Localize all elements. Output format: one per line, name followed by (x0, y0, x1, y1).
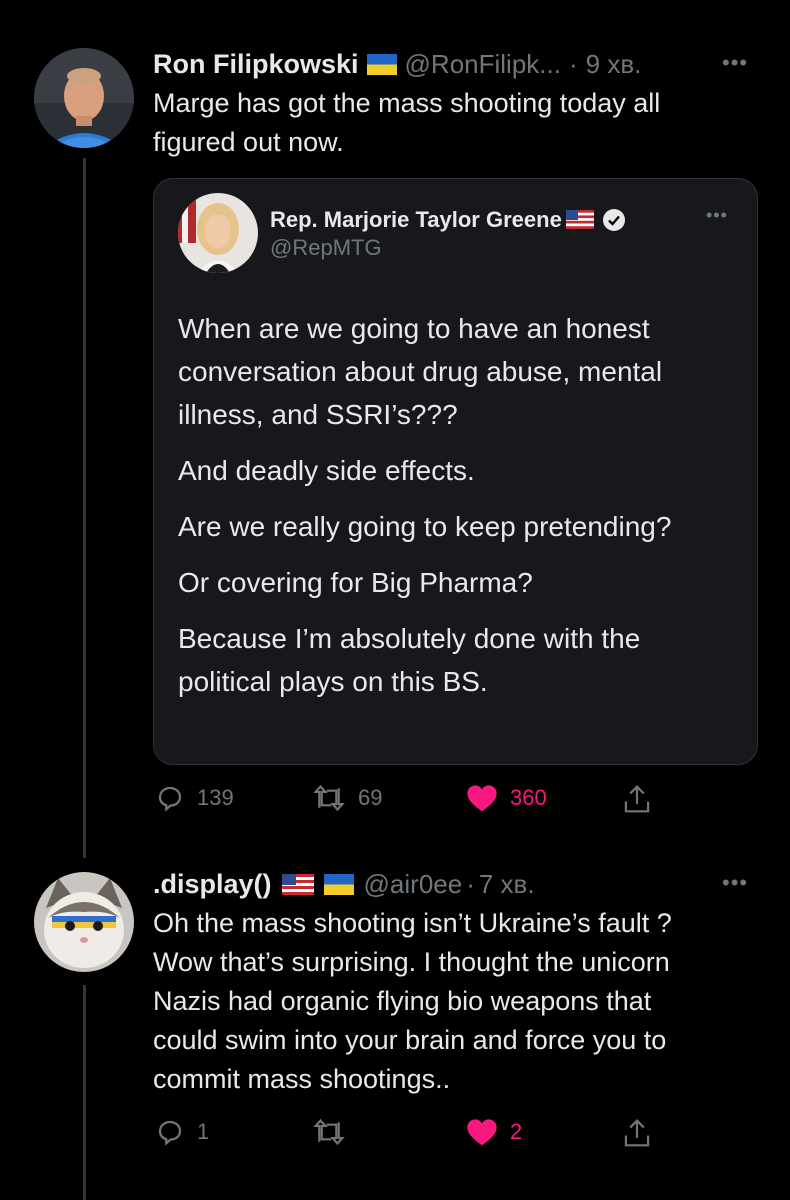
author-name[interactable]: Ron Filipkowski (153, 49, 359, 80)
us-flag-icon (281, 873, 314, 895)
thread-line-2 (83, 985, 86, 1200)
tweet1-text: Marge has got the mass shooting today al… (153, 84, 753, 162)
reply-icon (158, 786, 182, 812)
tweet1-line: Marge has got the mass shooting today al… (153, 88, 661, 118)
reply-count: 139 (197, 785, 234, 810)
author-name[interactable]: .display() (153, 869, 272, 900)
retweet-icon (313, 784, 345, 812)
tweet2-text: Oh the mass shooting isn’t Ukraine’s fau… (153, 904, 773, 1099)
timestamp[interactable]: 9 хв. (586, 49, 642, 80)
share-button[interactable] (622, 1117, 652, 1149)
avatar-mtg[interactable] (178, 193, 258, 273)
quote-paragraph: And deadly side effects. (178, 455, 475, 486)
avatar-ron[interactable] (34, 48, 134, 148)
reply-button[interactable]: 1 (155, 1117, 209, 1147)
like-button[interactable]: 2 (466, 1117, 522, 1147)
quote-paragraph: When are we going to have an honest conv… (178, 313, 663, 430)
verified-badge-icon (602, 208, 626, 232)
tweet2-line: Oh the mass shooting isn’t Ukraine’s fau… (153, 908, 672, 938)
retweet-icon (313, 1118, 345, 1146)
heart-filled-icon (467, 1119, 497, 1146)
ukraine-flag-icon (366, 53, 397, 75)
like-button[interactable]: 360 (466, 783, 547, 813)
share-icon (624, 785, 650, 813)
quoted-tweet-text: When are we going to have an honest conv… (178, 307, 738, 716)
ukraine-flag-icon (323, 873, 354, 895)
quote-paragraph: Because I’m absolutely done with the pol… (178, 623, 641, 697)
retweet-count: 69 (358, 785, 383, 810)
reply-button[interactable]: 139 (155, 783, 234, 813)
quote-header: Rep. Marjorie Taylor Greene (270, 207, 626, 233)
more-options-icon[interactable]: ••• (722, 50, 748, 76)
tweet1-line: figured out now. (153, 127, 344, 157)
retweet-button[interactable]: 69 (312, 783, 382, 813)
separator-dot: · (466, 868, 475, 899)
separator-dot: · (568, 48, 578, 79)
thread-line (83, 158, 86, 858)
more-options-icon[interactable]: ••• (722, 870, 748, 896)
tweet2-line: Wow that’s surprising. I thought the uni… (153, 947, 670, 977)
reply-count: 1 (197, 1119, 210, 1144)
tweet2-header: .display() @air0ee · 7 хв. (153, 866, 535, 902)
share-icon (624, 1119, 650, 1147)
reply-icon (158, 1120, 182, 1146)
share-button[interactable] (622, 783, 652, 815)
like-count: 2 (510, 1119, 523, 1144)
author-handle[interactable]: @RonFilipk... (405, 49, 561, 80)
like-count: 360 (510, 785, 547, 810)
retweet-button[interactable] (312, 1117, 358, 1147)
quote-more-options-icon[interactable]: ••• (706, 205, 728, 226)
heart-filled-icon (467, 785, 497, 812)
tweet2-line: Nazis had organic flying bio weapons tha… (153, 986, 652, 1016)
quoted-author-name[interactable]: Rep. Marjorie Taylor Greene (270, 207, 562, 233)
tweet2-line: commit mass shootings.. (153, 1064, 451, 1094)
author-handle[interactable]: @air0ee (364, 869, 463, 900)
tweet2-line: could swim into your brain and force you… (153, 1025, 667, 1055)
quote-paragraph: Are we really going to keep pretending? (178, 511, 672, 542)
quoted-tweet-card[interactable]: Rep. Marjorie Taylor Greene @RepMTG ••• … (153, 178, 758, 765)
avatar-display[interactable] (34, 872, 134, 972)
us-flag-icon (565, 209, 598, 231)
tweet1-header: Ron Filipkowski @RonFilipk... · 9 хв. (153, 46, 641, 82)
timestamp[interactable]: 7 хв. (479, 869, 535, 900)
quoted-author-handle[interactable]: @RepMTG (270, 235, 382, 261)
quote-paragraph: Or covering for Big Pharma? (178, 567, 533, 598)
